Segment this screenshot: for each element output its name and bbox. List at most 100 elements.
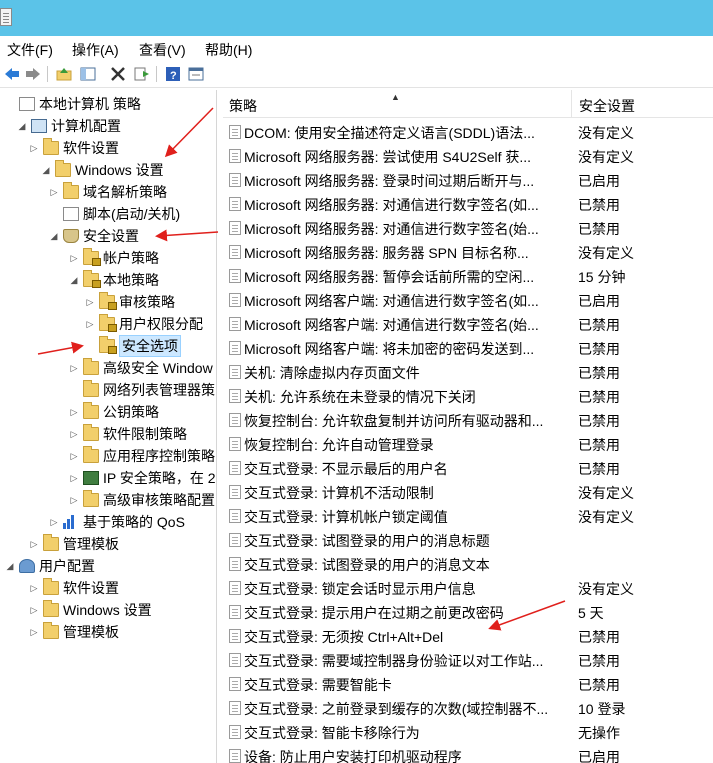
collapse-arrow-icon[interactable]: ◢ (40, 165, 52, 176)
expand-arrow-icon[interactable]: ▷ (28, 583, 40, 594)
expand-arrow-icon[interactable]: ▷ (28, 627, 40, 638)
policy-row[interactable]: 恢复控制台: 允许软盘复制并访问所有驱动器和... 已禁用 (223, 408, 713, 432)
expand-arrow-icon[interactable]: ▷ (68, 429, 80, 440)
column-header-policy[interactable]: 策略 ▲ (223, 90, 572, 118)
collapse-arrow-icon[interactable]: ◢ (16, 121, 28, 132)
expand-arrow-icon[interactable]: ▷ (68, 495, 80, 506)
tree-windows-firewall[interactable]: ▷ 高级安全 Window (68, 357, 213, 379)
policy-row[interactable]: 交互式登录: 锁定会话时显示用户信息 没有定义 (223, 576, 713, 600)
tree-name-resolution-policy[interactable]: ▷ 域名解析策略 (48, 181, 167, 203)
forward-arrow-icon[interactable] (24, 65, 42, 83)
policy-row[interactable]: 交互式登录: 需要智能卡 已禁用 (223, 672, 713, 696)
policy-row[interactable]: Microsoft 网络客户端: 将未加密的密码发送到... 已禁用 (223, 336, 713, 360)
policy-row[interactable]: Microsoft 网络服务器: 服务器 SPN 目标名称... 没有定义 (223, 240, 713, 264)
tree-local-computer-policy[interactable]: 本地计算机 策略 (4, 93, 141, 115)
policy-row[interactable]: 交互式登录: 提示用户在过期之前更改密码 5 天 (223, 600, 713, 624)
tree-app-control[interactable]: ▷ 应用程序控制策略 (68, 445, 215, 467)
tree-user-windows-settings[interactable]: ▷ Windows 设置 (28, 599, 152, 621)
expand-arrow-icon[interactable]: ▷ (84, 319, 96, 330)
tree-advanced-audit[interactable]: ▷ 高级审核策略配置 (68, 489, 215, 511)
collapse-arrow-icon[interactable]: ◢ (48, 231, 60, 242)
policy-row[interactable]: Microsoft 网络客户端: 对通信进行数字签名(如... 已启用 (223, 288, 713, 312)
policy-row[interactable]: 交互式登录: 需要域控制器身份验证以对工作站... 已禁用 (223, 648, 713, 672)
policy-row[interactable]: 关机: 清除虚拟内存页面文件 已禁用 (223, 360, 713, 384)
tree-local-policies[interactable]: ◢ 本地策略 (68, 269, 159, 291)
tree-audit-policy[interactable]: ▷ 审核策略 (84, 291, 175, 313)
tree-user-software-settings[interactable]: ▷ 软件设置 (28, 577, 119, 599)
policy-row[interactable]: 关机: 允许系统在未登录的情况下关闭 已禁用 (223, 384, 713, 408)
tree-software-settings[interactable]: ▷ 软件设置 (28, 137, 119, 159)
policy-icon (229, 389, 241, 403)
tree-item-label: Windows 设置 (75, 162, 164, 178)
console-tree[interactable]: 本地计算机 策略 ◢ 计算机配置 ▷ 软件设置 ◢ Windows 设置 ▷ 域名解析策略 脚本(… (0, 90, 217, 763)
policy-row[interactable]: Microsoft 网络服务器: 对通信进行数字签名(如... 已禁用 (223, 192, 713, 216)
tree-network-list-manager[interactable]: 网络列表管理器策 (68, 379, 215, 401)
tree-account-policies[interactable]: ▷ 帐户策略 (68, 247, 159, 269)
policy-row[interactable]: Microsoft 网络服务器: 尝试使用 S4U2Self 获... 没有定义 (223, 144, 713, 168)
expand-arrow-icon[interactable]: ▷ (68, 473, 80, 484)
policy-row[interactable]: 交互式登录: 不显示最后的用户名 已禁用 (223, 456, 713, 480)
up-folder-icon[interactable] (55, 65, 73, 83)
policy-row[interactable]: 交互式登录: 之前登录到缓存的次数(域控制器不... 10 登录 (223, 696, 713, 720)
policy-row[interactable]: 交互式登录: 智能卡移除行为 无操作 (223, 720, 713, 744)
collapse-arrow-icon[interactable]: ◢ (4, 561, 16, 572)
properties-icon[interactable] (187, 65, 205, 83)
tree-windows-settings[interactable]: ◢ Windows 设置 (40, 159, 164, 181)
policy-row[interactable]: Microsoft 网络服务器: 暂停会话前所需的空闲... 15 分钟 (223, 264, 713, 288)
policy-row[interactable]: Microsoft 网络服务器: 对通信进行数字签名(始... 已禁用 (223, 216, 713, 240)
menu-action[interactable]: 操作(A) (72, 40, 119, 60)
expand-arrow-icon[interactable]: ▷ (48, 517, 60, 528)
menu-view[interactable]: 查看(V) (139, 40, 186, 60)
expand-arrow-icon[interactable]: ▷ (48, 187, 60, 198)
tree-security-options[interactable]: 安全选项 (84, 335, 181, 357)
expand-arrow-icon[interactable]: ▷ (68, 451, 80, 462)
tree-security-settings[interactable]: ◢ 安全设置 (48, 225, 139, 247)
back-arrow-icon[interactable] (3, 65, 21, 83)
policy-row[interactable]: 交互式登录: 无须按 Ctrl+Alt+Del 已禁用 (223, 624, 713, 648)
menu-file[interactable]: 文件(F) (7, 40, 53, 60)
collapse-arrow-icon[interactable]: ◢ (68, 275, 80, 286)
policy-icon (229, 317, 241, 331)
policy-name: 设备: 防止用户安装打印机驱动程序 (244, 749, 462, 763)
tree-item-label: 域名解析策略 (83, 184, 167, 200)
policy-setting-value: 已启用 (578, 749, 620, 763)
tree-software-restriction[interactable]: ▷ 软件限制策略 (68, 423, 187, 445)
help-icon[interactable]: ? (164, 65, 182, 83)
policy-row[interactable]: Microsoft 网络服务器: 登录时间过期后断开与... 已启用 (223, 168, 713, 192)
tree-public-key-policies[interactable]: ▷ 公钥策略 (68, 401, 159, 423)
delete-icon[interactable] (109, 65, 127, 83)
expand-arrow-icon[interactable]: ▷ (84, 297, 96, 308)
tree-item-label: 高级审核策略配置 (103, 492, 215, 508)
policy-row[interactable]: 交互式登录: 计算机不活动限制 没有定义 (223, 480, 713, 504)
tree-user-config[interactable]: ◢ 用户配置 (4, 555, 95, 577)
policy-setting-value: 已启用 (578, 293, 620, 309)
tree-ip-security[interactable]: ▷ IP 安全策略，在 2 (68, 467, 216, 489)
tree-user-admin-templates[interactable]: ▷ 管理模板 (28, 621, 119, 643)
tree-user-rights[interactable]: ▷ 用户权限分配 (84, 313, 203, 335)
policy-row[interactable]: 交互式登录: 计算机帐户锁定阈值 没有定义 (223, 504, 713, 528)
expand-arrow-icon[interactable]: ▷ (68, 407, 80, 418)
expand-arrow-icon[interactable]: ▷ (28, 605, 40, 616)
policy-name: 交互式登录: 计算机不活动限制 (244, 485, 434, 501)
tree-scripts[interactable]: 脚本(启动/关机) (48, 203, 180, 225)
expand-arrow-icon[interactable]: ▷ (28, 143, 40, 154)
expand-arrow-icon[interactable]: ▷ (68, 363, 80, 374)
menu-help[interactable]: 帮助(H) (205, 40, 252, 60)
folder-icon (43, 534, 59, 551)
policy-row[interactable]: DCOM: 使用安全描述符定义语言(SDDL)语法... 没有定义 (223, 120, 713, 144)
show-hide-tree-icon[interactable] (79, 65, 97, 83)
expand-arrow-icon[interactable]: ▷ (28, 539, 40, 550)
tree-admin-templates[interactable]: ▷ 管理模板 (28, 533, 119, 555)
column-header-setting[interactable]: 安全设置 (573, 90, 713, 118)
policy-row[interactable]: 交互式登录: 试图登录的用户的消息标题 (223, 528, 713, 552)
policy-row[interactable]: Microsoft 网络客户端: 对通信进行数字签名(始... 已禁用 (223, 312, 713, 336)
export-list-icon[interactable] (133, 65, 151, 83)
tree-policy-qos[interactable]: ▷ 基于策略的 QoS (48, 511, 185, 533)
window-titlebar (0, 0, 713, 36)
policy-row[interactable]: 设备: 防止用户安装打印机驱动程序 已启用 (223, 744, 713, 763)
policy-row[interactable]: 交互式登录: 试图登录的用户的消息文本 (223, 552, 713, 576)
policy-list[interactable]: 策略 ▲ 安全设置 DCOM: 使用安全描述符定义语言(SDDL)语法... 没有… (223, 90, 713, 763)
expand-arrow-icon[interactable]: ▷ (68, 253, 80, 264)
policy-row[interactable]: 恢复控制台: 允许自动管理登录 已禁用 (223, 432, 713, 456)
tree-computer-config[interactable]: ◢ 计算机配置 (16, 115, 121, 137)
